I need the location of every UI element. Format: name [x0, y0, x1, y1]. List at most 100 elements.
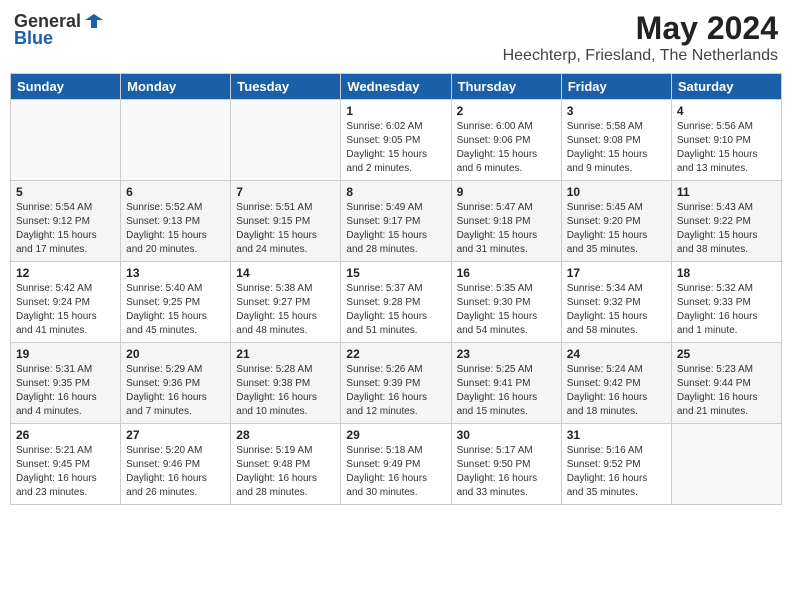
day-info: Sunrise: 5:43 AM Sunset: 9:22 PM Dayligh… — [677, 201, 776, 257]
day-number: 26 — [16, 428, 115, 442]
day-cell: 2 Sunrise: 6:00 AM Sunset: 9:06 PM Daylig… — [451, 100, 561, 181]
header-row: Sunday Monday Tuesday Wednesday Thursday… — [11, 74, 782, 100]
title-area: May 2024 Heechterp, Friesland, The Nethe… — [503, 10, 778, 65]
day-info: Sunrise: 5:40 AM Sunset: 9:25 PM Dayligh… — [126, 282, 225, 338]
day-cell: 5Sunrise: 5:54 AM Sunset: 9:12 PM Daylig… — [11, 181, 121, 262]
day-number: 22 — [346, 347, 445, 361]
day-number: 4 — [677, 104, 776, 118]
day-number: 25 — [677, 347, 776, 361]
day-cell: 22 Sunrise: 5:26 AM Sunset: 9:39 PM Dayli… — [341, 343, 451, 424]
day-cell: 8 Sunrise: 5:49 AM Sunset: 9:17 PM Daylig… — [341, 181, 451, 262]
day-cell: 28 Sunrise: 5:19 AM Sunset: 9:48 PM Dayli… — [231, 424, 341, 505]
day-cell — [671, 424, 781, 505]
day-cell: 20Sunrise: 5:29 AM Sunset: 9:36 PM Dayli… — [121, 343, 231, 424]
day-info: Sunrise: 5:47 AM Sunset: 9:18 PM Dayligh… — [457, 201, 556, 257]
day-number: 8 — [346, 185, 445, 199]
day-info: Sunrise: 5:45 AM Sunset: 9:20 PM Dayligh… — [567, 201, 666, 257]
day-cell — [121, 100, 231, 181]
day-info: Sunrise: 5:26 AM Sunset: 9:39 PM Dayligh… — [346, 363, 445, 419]
calendar-title: May 2024 — [503, 10, 778, 47]
day-cell: 24 Sunrise: 5:24 AM Sunset: 9:42 PM Dayli… — [561, 343, 671, 424]
day-cell: 3 Sunrise: 5:58 AM Sunset: 9:08 PM Daylig… — [561, 100, 671, 181]
day-info: Sunrise: 5:42 AM Sunset: 9:24 PM Dayligh… — [16, 282, 115, 338]
day-number: 14 — [236, 266, 335, 280]
day-cell: 11 Sunrise: 5:43 AM Sunset: 9:22 PM Dayli… — [671, 181, 781, 262]
day-info: Sunrise: 5:56 AM Sunset: 9:10 PM Dayligh… — [677, 120, 776, 176]
day-cell: 29Sunrise: 5:18 AM Sunset: 9:49 PM Dayli… — [341, 424, 451, 505]
day-cell: 19 Sunrise: 5:31 AM Sunset: 9:35 PM Dayli… — [11, 343, 121, 424]
day-info: Sunrise: 6:00 AM Sunset: 9:06 PM Dayligh… — [457, 120, 556, 176]
day-cell: 10 Sunrise: 5:45 AM Sunset: 9:20 PM Dayli… — [561, 181, 671, 262]
day-number: 23 — [457, 347, 556, 361]
day-info: Sunrise: 5:35 AM Sunset: 9:30 PM Dayligh… — [457, 282, 556, 338]
week-row-3: 12 Sunrise: 5:42 AM Sunset: 9:24 PM Dayli… — [11, 262, 782, 343]
day-number: 16 — [457, 266, 556, 280]
day-number: 13 — [126, 266, 225, 280]
day-number: 31 — [567, 428, 666, 442]
day-cell: 26 Sunrise: 5:21 AM Sunset: 9:45 PM Dayli… — [11, 424, 121, 505]
day-info: Sunrise: 5:34 AM Sunset: 9:32 PM Dayligh… — [567, 282, 666, 338]
day-cell: 18 Sunrise: 5:32 AM Sunset: 9:33 PM Dayli… — [671, 262, 781, 343]
week-row-2: 5Sunrise: 5:54 AM Sunset: 9:12 PM Daylig… — [11, 181, 782, 262]
day-number: 12 — [16, 266, 115, 280]
day-number: 27 — [126, 428, 225, 442]
calendar-subtitle: Heechterp, Friesland, The Netherlands — [503, 47, 778, 65]
day-number: 10 — [567, 185, 666, 199]
logo-bird-icon — [83, 10, 105, 32]
day-cell: 21 Sunrise: 5:28 AM Sunset: 9:38 PM Dayli… — [231, 343, 341, 424]
day-cell: 15 Sunrise: 5:37 AM Sunset: 9:28 PM Dayli… — [341, 262, 451, 343]
day-number: 18 — [677, 266, 776, 280]
day-cell: 17 Sunrise: 5:34 AM Sunset: 9:32 PM Dayli… — [561, 262, 671, 343]
col-tuesday: Tuesday — [231, 74, 341, 100]
day-info: Sunrise: 5:21 AM Sunset: 9:45 PM Dayligh… — [16, 444, 115, 500]
day-number: 28 — [236, 428, 335, 442]
day-cell: 31Sunrise: 5:16 AM Sunset: 9:52 PM Dayli… — [561, 424, 671, 505]
day-cell: 13 Sunrise: 5:40 AM Sunset: 9:25 PM Dayli… — [121, 262, 231, 343]
day-info: Sunrise: 5:32 AM Sunset: 9:33 PM Dayligh… — [677, 282, 776, 338]
day-cell: 6 Sunrise: 5:52 AM Sunset: 9:13 PM Daylig… — [121, 181, 231, 262]
col-monday: Monday — [121, 74, 231, 100]
day-info: Sunrise: 5:37 AM Sunset: 9:28 PM Dayligh… — [346, 282, 445, 338]
day-number: 11 — [677, 185, 776, 199]
day-number: 21 — [236, 347, 335, 361]
col-saturday: Saturday — [671, 74, 781, 100]
day-number: 6 — [126, 185, 225, 199]
day-info: Sunrise: 5:54 AM Sunset: 9:12 PM Dayligh… — [16, 201, 115, 257]
day-number: 7 — [236, 185, 335, 199]
week-row-5: 26 Sunrise: 5:21 AM Sunset: 9:45 PM Dayli… — [11, 424, 782, 505]
day-info: Sunrise: 5:31 AM Sunset: 9:35 PM Dayligh… — [16, 363, 115, 419]
day-number: 24 — [567, 347, 666, 361]
day-number: 30 — [457, 428, 556, 442]
col-sunday: Sunday — [11, 74, 121, 100]
day-cell: 1 Sunrise: 6:02 AM Sunset: 9:05 PM Daylig… — [341, 100, 451, 181]
logo: General Blue — [14, 10, 105, 49]
day-number: 1 — [346, 104, 445, 118]
week-row-4: 19 Sunrise: 5:31 AM Sunset: 9:35 PM Dayli… — [11, 343, 782, 424]
day-cell: 25Sunrise: 5:23 AM Sunset: 9:44 PM Dayli… — [671, 343, 781, 424]
day-info: Sunrise: 5:19 AM Sunset: 9:48 PM Dayligh… — [236, 444, 335, 500]
header: General Blue May 2024 Heechterp, Friesla… — [10, 10, 782, 65]
day-info: Sunrise: 5:58 AM Sunset: 9:08 PM Dayligh… — [567, 120, 666, 176]
day-number: 19 — [16, 347, 115, 361]
day-number: 3 — [567, 104, 666, 118]
day-number: 20 — [126, 347, 225, 361]
day-number: 2 — [457, 104, 556, 118]
day-cell: 7 Sunrise: 5:51 AM Sunset: 9:15 PM Daylig… — [231, 181, 341, 262]
logo-blue-text: Blue — [14, 28, 53, 49]
day-cell: 30Sunrise: 5:17 AM Sunset: 9:50 PM Dayli… — [451, 424, 561, 505]
day-cell: 27 Sunrise: 5:20 AM Sunset: 9:46 PM Dayli… — [121, 424, 231, 505]
day-info: Sunrise: 5:20 AM Sunset: 9:46 PM Dayligh… — [126, 444, 225, 500]
day-number: 15 — [346, 266, 445, 280]
day-info: Sunrise: 5:49 AM Sunset: 9:17 PM Dayligh… — [346, 201, 445, 257]
day-info: Sunrise: 5:51 AM Sunset: 9:15 PM Dayligh… — [236, 201, 335, 257]
day-number: 17 — [567, 266, 666, 280]
day-info: Sunrise: 5:52 AM Sunset: 9:13 PM Dayligh… — [126, 201, 225, 257]
col-wednesday: Wednesday — [341, 74, 451, 100]
day-info: Sunrise: 5:28 AM Sunset: 9:38 PM Dayligh… — [236, 363, 335, 419]
day-info: Sunrise: 6:02 AM Sunset: 9:05 PM Dayligh… — [346, 120, 445, 176]
day-cell: 16 Sunrise: 5:35 AM Sunset: 9:30 PM Dayli… — [451, 262, 561, 343]
day-cell — [11, 100, 121, 181]
day-info: Sunrise: 5:38 AM Sunset: 9:27 PM Dayligh… — [236, 282, 335, 338]
day-info: Sunrise: 5:24 AM Sunset: 9:42 PM Dayligh… — [567, 363, 666, 419]
col-thursday: Thursday — [451, 74, 561, 100]
